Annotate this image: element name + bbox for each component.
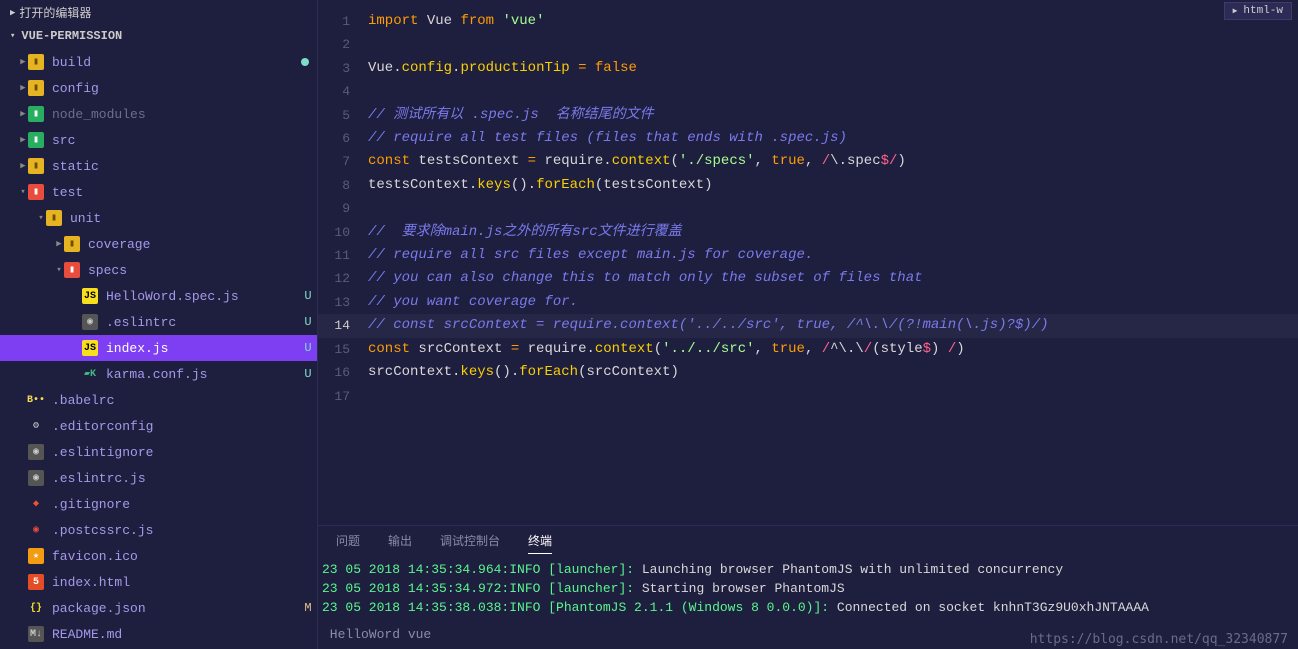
tree-item-label: .editorconfig	[52, 419, 299, 434]
tree-item-label: config	[52, 81, 299, 96]
tree-item[interactable]: ▶▮src	[0, 127, 317, 153]
tree-item-label: build	[52, 55, 301, 70]
terminal-tabs: 问题 输出 调试控制台 终端	[318, 526, 1298, 556]
tree-item-label: .eslintrc.js	[52, 471, 299, 486]
tree-item[interactable]: ◉.eslintrcU	[0, 309, 317, 335]
tree-item-label: .gitignore	[52, 497, 299, 512]
expand-icon: ▶	[54, 239, 64, 249]
tree-item[interactable]: ◉.postcssrc.js	[0, 517, 317, 543]
terminal-tab[interactable]: 输出	[388, 532, 412, 554]
tree-item[interactable]: ▾▮specs	[0, 257, 317, 283]
chevron-down-icon: ▾	[10, 31, 15, 41]
expand-icon: ▶	[18, 135, 28, 145]
tree-item-label: .postcssrc.js	[52, 523, 299, 538]
project-name-label: VUE-PERMISSION	[21, 29, 122, 43]
expand-icon: ▾	[18, 187, 28, 197]
expand-icon: ▶	[18, 83, 28, 93]
main-area: ▶ html-w 1234567891011121314151617 impor…	[318, 0, 1298, 649]
tree-item-label: HelloWord.spec.js	[106, 289, 299, 304]
modified-dot-icon	[301, 58, 309, 66]
git-status: U	[299, 315, 317, 329]
git-status: U	[299, 367, 317, 381]
tree-item-label: karma.conf.js	[106, 367, 299, 382]
terminal-tab[interactable]: 调试控制台	[440, 532, 500, 554]
tree-item[interactable]: ◉.eslintignore	[0, 439, 317, 465]
tree-item[interactable]: ◆.gitignore	[0, 491, 317, 517]
tree-item[interactable]: {}package.jsonM	[0, 595, 317, 621]
editor[interactable]: 1234567891011121314151617 import Vue fro…	[318, 0, 1298, 525]
chevron-right-icon: ▶	[10, 8, 15, 18]
git-status: M	[299, 601, 317, 615]
tree-item[interactable]: B••.babelrc	[0, 387, 317, 413]
expand-icon: ▶	[18, 161, 28, 171]
tree-item-label: static	[52, 159, 299, 174]
tree-item[interactable]: M↓README.md	[0, 621, 317, 647]
tree-item-label: .babelrc	[52, 393, 299, 408]
terminal-panel: 问题输出调试控制台终端 23 05 2018 14:35:34.964:INFO…	[318, 525, 1298, 649]
file-tree: ▶▮build▶▮config▶▮node_modules▶▮src▶▮stat…	[0, 49, 317, 649]
line-gutter: 1234567891011121314151617	[318, 0, 368, 525]
expand-icon: ▾	[54, 265, 64, 275]
code-area[interactable]: import Vue from 'vue' Vue.config.product…	[368, 0, 1298, 525]
tree-item-label: README.md	[52, 627, 299, 642]
tree-item[interactable]: JSHelloWord.spec.jsU	[0, 283, 317, 309]
git-status: U	[299, 289, 317, 303]
tree-item[interactable]: ◉.eslintrc.js	[0, 465, 317, 491]
watermark: https://blog.csdn.net/qq_32340877	[1030, 632, 1288, 647]
expand-icon: ▶	[18, 57, 28, 67]
terminal-tab[interactable]: 终端	[528, 532, 552, 554]
tree-item[interactable]: ▾▮unit	[0, 205, 317, 231]
tree-item-label: node_modules	[52, 107, 299, 122]
tree-item-label: unit	[70, 211, 299, 226]
tree-item-label: index.js	[106, 341, 299, 356]
tree-item[interactable]: ▶▮node_modules	[0, 101, 317, 127]
tree-item-label: specs	[88, 263, 299, 278]
tree-item[interactable]: ▶▮build	[0, 49, 317, 75]
tree-item-label: test	[52, 185, 299, 200]
expand-icon: ▾	[36, 213, 46, 223]
tree-item[interactable]: 5index.html	[0, 569, 317, 595]
tree-item[interactable]: ▶▮static	[0, 153, 317, 179]
open-editors-header[interactable]: ▶ 打开的编辑器	[0, 0, 317, 25]
tree-item-label: favicon.ico	[52, 549, 299, 564]
tree-item[interactable]: ▶▮coverage	[0, 231, 317, 257]
tree-item[interactable]: ▶▮config	[0, 75, 317, 101]
tree-item-label: index.html	[52, 575, 299, 590]
tree-item[interactable]: ▰Kkarma.conf.jsU	[0, 361, 317, 387]
tree-item-label: .eslintrc	[106, 315, 299, 330]
terminal-tab[interactable]: 问题	[336, 532, 360, 554]
tree-item[interactable]: ⚙.editorconfig	[0, 413, 317, 439]
git-status: U	[299, 341, 317, 355]
tree-item[interactable]: JSindex.jsU	[0, 335, 317, 361]
expand-icon: ▶	[18, 109, 28, 119]
tree-item[interactable]: ★favicon.ico	[0, 543, 317, 569]
tree-item[interactable]: ▾▮test	[0, 179, 317, 205]
tree-item-label: .eslintignore	[52, 445, 299, 460]
tree-item-label: package.json	[52, 601, 299, 616]
open-editors-label: 打开的编辑器	[19, 4, 91, 21]
tree-item-label: src	[52, 133, 299, 148]
tree-item-label: coverage	[88, 237, 299, 252]
sidebar: ▶ 打开的编辑器 ▾ VUE-PERMISSION ▶▮build▶▮confi…	[0, 0, 318, 649]
project-header[interactable]: ▾ VUE-PERMISSION	[0, 25, 317, 49]
